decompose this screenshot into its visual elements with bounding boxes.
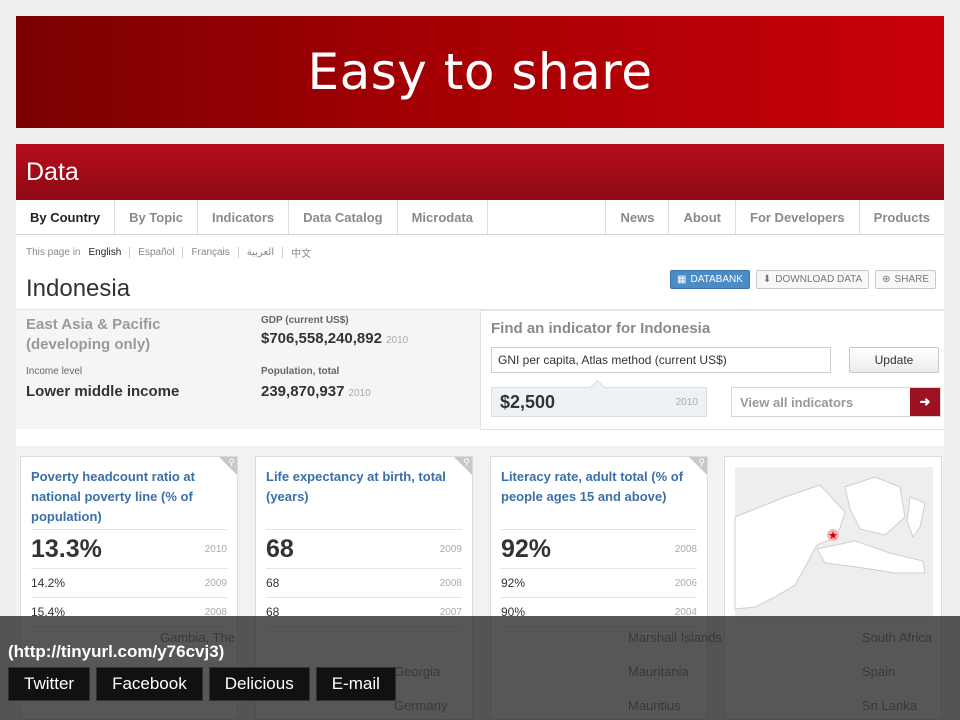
underlay-text: Marshall Islands — [628, 630, 722, 645]
population-amount: 239,870,937 — [261, 383, 345, 400]
result-year: 2010 — [675, 396, 698, 408]
underlay-text: Germany — [394, 698, 448, 713]
arrow-right-icon: ➜ — [910, 388, 940, 416]
tab-products[interactable]: Products — [860, 200, 944, 234]
lang-english[interactable]: English — [88, 246, 131, 258]
short-url[interactable]: (http://tinyurl.com/y76cvj3) — [8, 642, 224, 662]
magnifier-icon: ⚲ — [228, 457, 235, 467]
lang-arabic[interactable]: العربية — [247, 246, 284, 258]
finder-title: Find an indicator for Indonesia — [491, 320, 711, 337]
income-level-label: Income level — [26, 366, 83, 377]
tab-for-developers[interactable]: For Developers — [736, 200, 860, 234]
card-title[interactable]: Literacy rate, adult total (% of people … — [501, 467, 691, 507]
population-year: 2010 — [348, 388, 371, 399]
databank-button[interactable]: ▦ DATABANK — [670, 270, 750, 289]
databank-label: DATABANK — [690, 274, 743, 285]
share-bar: Gambia, The Marshall Islands South Afric… — [0, 616, 960, 720]
country-summary: East Asia & Pacific (developing only) In… — [16, 309, 944, 430]
update-button[interactable]: Update — [849, 347, 939, 373]
card-main-value: 68 — [266, 534, 294, 563]
underlay-text: Spain — [862, 664, 896, 679]
card-row-value: 68 — [266, 576, 280, 590]
nav-spacer — [488, 200, 607, 234]
population-value: 239,870,937 2010 — [261, 383, 371, 400]
download-icon: ⬇ — [762, 273, 772, 285]
card-row: 14.2% 2009 — [31, 569, 227, 598]
view-all-indicators-button[interactable]: View all indicators ➜ — [731, 387, 941, 417]
underlay-text: South Africa — [862, 630, 933, 645]
share-button[interactable]: ⊕ SHARE — [875, 270, 936, 289]
tab-indicators[interactable]: Indicators — [198, 200, 290, 234]
income-level-value: Lower middle income — [26, 383, 180, 400]
gdp-value: $706,558,240,892 2010 — [261, 330, 408, 347]
indicator-select[interactable]: GNI per capita, Atlas method (current US… — [491, 347, 831, 373]
card-main-value: 13.3% — [31, 534, 102, 563]
card-title[interactable]: Poverty headcount ratio at national pove… — [31, 467, 221, 527]
magnifier-icon: ⚲ — [463, 457, 470, 467]
card-main-value-row: 68 2009 — [266, 529, 462, 569]
slide: Easy to share Data By Country By Topic I… — [0, 0, 960, 720]
card-main-value: 92% — [501, 534, 552, 563]
card-main-value-row: 13.3% 2010 — [31, 529, 227, 569]
tab-about[interactable]: About — [669, 200, 736, 234]
tab-by-topic[interactable]: By Topic — [115, 200, 198, 234]
card-row: 92% 2006 — [501, 569, 697, 598]
view-all-label: View all indicators — [740, 394, 854, 410]
country-actions: ▦ DATABANK ⬇ DOWNLOAD DATA ⊕ SHARE — [670, 270, 936, 289]
gdp-amount: $706,558,240,892 — [261, 330, 382, 347]
lang-french[interactable]: Français — [191, 246, 239, 258]
page-title: Indonesia — [26, 275, 131, 302]
underlay-text: Sri Lanka — [862, 698, 917, 713]
country-header: Indonesia ▦ DATABANK ⬇ DOWNLOAD DATA ⊕ S… — [16, 269, 944, 309]
main-nav: By Country By Topic Indicators Data Cata… — [16, 200, 944, 235]
slide-title: Easy to share — [307, 43, 653, 101]
magnifier-icon: ⚲ — [698, 457, 705, 467]
language-prefix: This page in — [26, 246, 81, 258]
share-buttons: Twitter Facebook Delicious E-mail — [8, 667, 396, 701]
card-row-value: 14.2% — [31, 576, 66, 590]
card-title[interactable]: Life expectancy at birth, total (years) — [266, 467, 456, 507]
gdp-year: 2010 — [385, 335, 409, 346]
result-value: $2,500 — [500, 391, 556, 412]
card-row-year: 2006 — [674, 577, 697, 589]
indicator-finder: Find an indicator for Indonesia GNI per … — [480, 310, 944, 430]
lang-chinese[interactable]: 中文 — [291, 245, 319, 260]
card-main-year: 2008 — [674, 543, 697, 555]
card-row-value: 92% — [501, 576, 526, 590]
twitter-button[interactable]: Twitter — [8, 667, 91, 701]
indicator-result: $2,500 2010 — [491, 387, 707, 417]
share-label: SHARE — [894, 274, 929, 285]
plus-icon: ⊕ — [882, 273, 891, 285]
card-main-year: 2009 — [439, 543, 462, 555]
chart-icon: ▦ — [677, 273, 687, 285]
card-main-value-row: 92% 2008 — [501, 529, 697, 569]
star-icon: ★ — [828, 529, 838, 542]
download-data-button[interactable]: ⬇ DOWNLOAD DATA — [755, 270, 870, 289]
underlay-text: Mauritius — [628, 698, 681, 713]
data-header: Data — [16, 144, 944, 200]
card-main-year: 2010 — [204, 543, 227, 555]
underlay-text: Mauritania — [628, 664, 689, 679]
underlay-text: Georgia — [394, 664, 441, 679]
download-label: DOWNLOAD DATA — [775, 274, 863, 285]
card-row-year: 2008 — [439, 577, 462, 589]
email-button[interactable]: E-mail — [315, 667, 396, 701]
tab-microdata[interactable]: Microdata — [398, 200, 488, 234]
delicious-button[interactable]: Delicious — [208, 667, 310, 701]
tab-news[interactable]: News — [606, 200, 670, 234]
section-title: Data — [26, 157, 79, 186]
card-row-year: 2009 — [204, 577, 227, 589]
region-link[interactable]: East Asia & Pacific (developing only) — [26, 315, 226, 355]
facebook-button[interactable]: Facebook — [96, 667, 203, 701]
title-banner: Easy to share — [16, 16, 944, 128]
tab-data-catalog[interactable]: Data Catalog — [289, 200, 398, 234]
population-label: Population, total — [261, 366, 340, 377]
language-bar: This page in English Español Français ال… — [16, 235, 944, 269]
card-row: 68 2008 — [266, 569, 462, 598]
gdp-label: GDP (current US$) — [261, 315, 349, 326]
tab-by-country[interactable]: By Country — [16, 200, 116, 234]
lang-spanish[interactable]: Español — [138, 246, 184, 258]
